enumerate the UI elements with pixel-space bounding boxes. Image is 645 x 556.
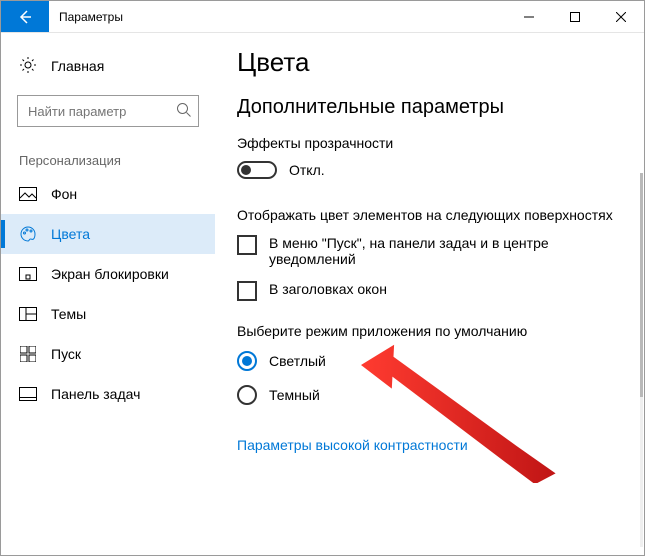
themes-icon: [19, 307, 37, 321]
lockscreen-icon: [19, 267, 37, 281]
sidebar-item-taskbar[interactable]: Панель задач: [1, 374, 215, 414]
window-controls: [506, 1, 644, 32]
radio-circle: [237, 385, 257, 405]
taskbar-icon: [19, 387, 37, 401]
radio-circle: [237, 351, 257, 371]
sidebar-item-home[interactable]: Главная: [1, 45, 215, 87]
arrow-left-icon: [16, 8, 34, 26]
label-surfaces: Отображать цвет элементов на следующих п…: [237, 207, 634, 223]
maximize-button[interactable]: [552, 1, 598, 32]
sidebar-item-label: Пуск: [51, 346, 81, 362]
sidebar-item-label: Панель задач: [51, 386, 140, 402]
sidebar-item-lockscreen[interactable]: Экран блокировки: [1, 254, 215, 294]
titlebar: Параметры: [1, 1, 644, 33]
checkbox-title-bars[interactable]: В заголовках окон: [237, 281, 597, 301]
window-title: Параметры: [49, 1, 123, 32]
sidebar-section-label: Персонализация: [1, 131, 215, 174]
sidebar-item-start[interactable]: Пуск: [1, 334, 215, 374]
radio-label: Темный: [269, 387, 320, 403]
section-heading-additional: Дополнительные параметры: [237, 96, 634, 119]
toggle-transparency[interactable]: [237, 161, 277, 179]
scrollbar[interactable]: [640, 173, 643, 547]
search-box[interactable]: [17, 95, 199, 127]
sidebar-item-label: Экран блокировки: [51, 266, 169, 282]
sidebar-item-label: Темы: [51, 306, 86, 322]
checkbox-label: В заголовках окон: [269, 281, 387, 297]
palette-icon: [19, 225, 37, 243]
close-button[interactable]: [598, 1, 644, 32]
label-transparency: Эффекты прозрачности: [237, 135, 634, 151]
picture-icon: [19, 187, 37, 201]
sidebar-item-label: Фон: [51, 186, 77, 202]
minimize-button[interactable]: [506, 1, 552, 32]
content-pane: Цвета Дополнительные параметры Эффекты п…: [215, 33, 644, 555]
sidebar-item-colors[interactable]: Цвета: [1, 214, 215, 254]
radio-light[interactable]: Светлый: [237, 351, 634, 371]
gear-icon: [19, 56, 37, 77]
sidebar: Главная Персонализация Фон Цвета: [1, 33, 215, 555]
radio-label: Светлый: [269, 353, 326, 369]
radio-dark[interactable]: Темный: [237, 385, 634, 405]
toggle-state-label: Откл.: [289, 162, 325, 178]
sidebar-item-background[interactable]: Фон: [1, 174, 215, 214]
sidebar-item-label: Цвета: [51, 226, 90, 242]
checkbox-label: В меню "Пуск", на панели задач и в центр…: [269, 235, 597, 267]
sidebar-item-label: Главная: [51, 58, 104, 74]
label-app-mode: Выберите режим приложения по умолчанию: [237, 323, 634, 339]
back-button[interactable]: [1, 1, 49, 32]
start-icon: [19, 346, 37, 362]
link-high-contrast[interactable]: Параметры высокой контрастности: [237, 437, 468, 453]
settings-window: Параметры Главная: [0, 0, 645, 556]
search-icon: [175, 101, 193, 122]
checkbox-box: [237, 235, 257, 255]
checkbox-start-taskbar-actioncenter[interactable]: В меню "Пуск", на панели задач и в центр…: [237, 235, 597, 267]
checkbox-box: [237, 281, 257, 301]
page-title: Цвета: [237, 47, 634, 78]
sidebar-item-themes[interactable]: Темы: [1, 294, 215, 334]
scrollbar-thumb[interactable]: [640, 173, 643, 397]
search-input[interactable]: [17, 95, 199, 127]
